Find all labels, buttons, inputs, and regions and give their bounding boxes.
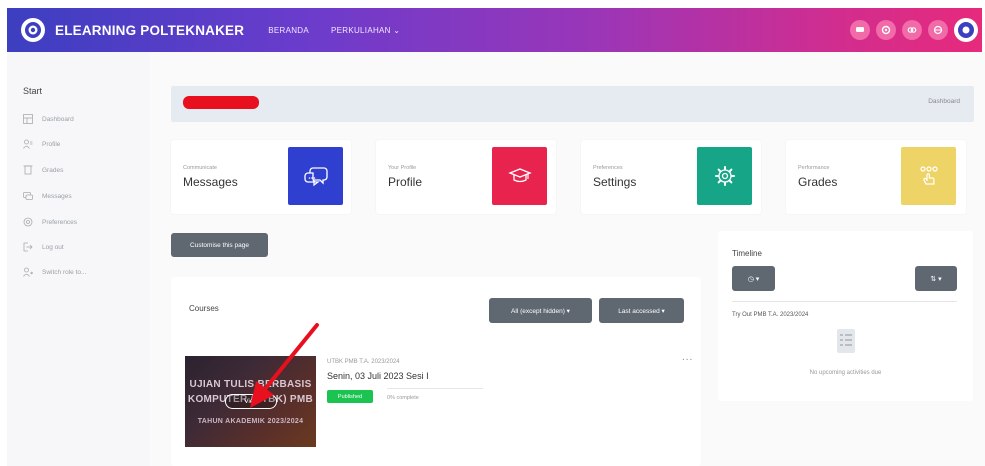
drawer-item-switch-role[interactable]: Switch role to... [23,265,86,279]
brand-logo-icon[interactable] [21,18,45,42]
timeline-block: Timeline ◷ ▾ ⇅ ▾ Try Out PMB T.A. 2023/2… [718,231,973,401]
drawer-item-label: Grades [42,166,64,174]
card-settings[interactable]: Preferences Settings [581,140,761,214]
course-sort-dropdown[interactable]: Last accessed ▾ [599,298,684,323]
course-category: UTBK PMB T.A. 2023/2024 [327,359,400,365]
card-title: Profile [388,175,423,189]
card-subtitle: Communicate [183,165,217,171]
drawer-item-label: Switch role to... [42,268,87,276]
courses-title: Courses [189,304,219,313]
timeline-course-name[interactable]: Try Out PMB T.A. 2023/2024 [732,312,808,318]
redacted-user-name [183,96,259,109]
breadcrumb[interactable]: Dashboard [928,98,960,105]
drawer-item-preferences[interactable]: Preferences [23,215,77,229]
course-name-link[interactable]: Senin, 03 Juli 2023 Sesi I [327,371,429,381]
page-header: Dashboard [171,86,974,122]
user-avatar[interactable] [954,18,978,42]
card-subtitle: Preferences [593,165,623,171]
courses-block: Courses All (except hidden) ▾ Last acces… [171,277,701,466]
empty-list-icon [835,328,857,354]
card-messages[interactable]: Communicate Messages [171,140,351,214]
published-badge: Published [327,390,373,403]
card-title: Messages [183,175,238,189]
drawer-item-label: Messages [42,192,72,200]
link-icon[interactable] [902,20,922,40]
drawer-item-label: Dashboard [42,115,74,123]
chat-icon[interactable] [850,20,870,40]
card-subtitle: Your Profile [388,165,417,171]
course-progress-text: 0% complete [387,395,419,401]
card-title: Settings [593,175,637,189]
timeline-empty-text: No upcoming activities due [809,370,882,376]
timeline-divider [732,301,957,302]
course-divider [387,388,483,389]
globe-icon[interactable] [928,20,948,40]
drawer-item-logout[interactable]: Log out [23,240,64,254]
drawer-item-profile[interactable]: Profile [23,137,60,151]
dashboard-icon [23,114,33,124]
drawer-title: Start [23,86,43,96]
card-grades[interactable]: Performance Grades [786,140,966,214]
messages-icon [23,191,33,201]
course-image-text: TAHUN AKADEMIK 2023/2024 [197,418,304,425]
card-subtitle: Performance [798,165,830,171]
top-navbar: ELEARNING POLTEKNAKER BERANDA PERKULIAHA… [7,8,982,52]
hand-pointer-icon[interactable] [901,147,956,205]
nav-link-beranda[interactable]: BERANDA [268,26,309,35]
gear-icon[interactable] [697,147,752,205]
drawer-item-messages[interactable]: Messages [23,189,72,203]
timeline-title: Timeline [732,249,762,258]
gear-icon[interactable] [876,20,896,40]
navbar-actions [850,18,978,42]
course-image[interactable]: UJIAN TULIS BERBASIS KOMPUTER (UTBK) PMB… [185,356,316,447]
graduation-cap-icon[interactable] [492,147,547,205]
timeline-filter-dropdown[interactable]: ◷ ▾ [732,266,775,291]
switch-role-icon [23,267,33,277]
profile-icon [23,139,33,149]
drawer-item-label: Preferences [42,218,78,226]
card-profile[interactable]: Your Profile Profile [376,140,556,214]
logout-icon [23,242,33,252]
course-filter-dropdown[interactable]: All (except hidden) ▾ [489,298,592,323]
drawer-item-label: Profile [42,140,61,148]
timeline-sort-dropdown[interactable]: ⇅ ▾ [915,266,957,291]
customise-page-button[interactable]: Customise this page [171,233,268,257]
drawer-item-dashboard[interactable]: Dashboard [23,112,74,126]
grades-icon [23,165,33,175]
nav-link-perkuliahan[interactable]: PERKULIAHAN ⌄ [331,26,400,35]
course-view-button[interactable]: View [225,394,277,409]
drawer-item-label: Log out [42,243,64,251]
card-title: Grades [798,175,838,189]
course-image-text: UJIAN TULIS BERBASIS [189,379,312,390]
chat-bubbles-icon[interactable] [288,147,343,205]
preferences-icon [23,217,33,227]
course-actions-menu[interactable]: ... [682,352,693,363]
drawer-item-grades[interactable]: Grades [23,163,63,177]
nav-drawer: Start Dashboard Profile Grades Messages … [7,52,150,466]
brand-name[interactable]: ELEARNING POLTEKNAKER [55,23,244,38]
